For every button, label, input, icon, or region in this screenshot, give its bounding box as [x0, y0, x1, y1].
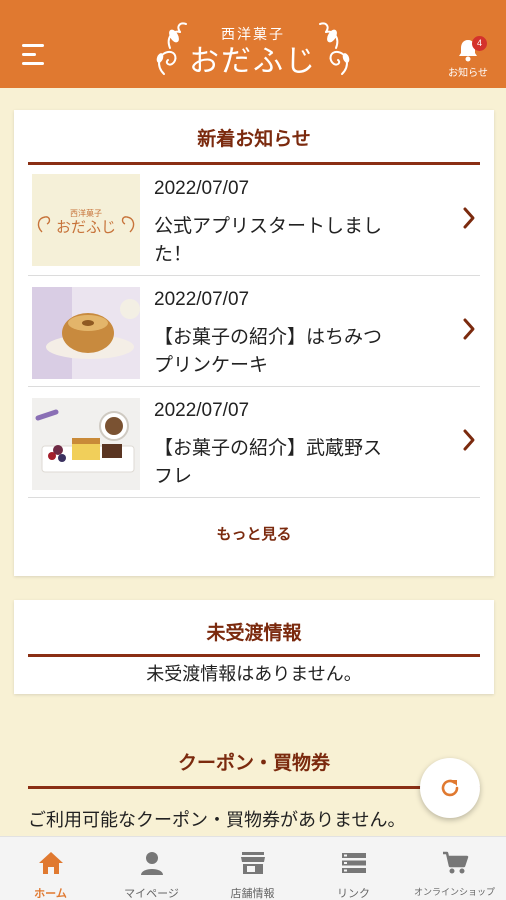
svg-text:西洋菓子: 西洋菓子 [70, 208, 102, 218]
chevron-right-icon [463, 318, 475, 340]
notification-button[interactable]: 4 お知らせ [440, 34, 496, 84]
logo-title: おだふじ [189, 44, 317, 79]
coupon-message: ご利用可能なクーポン・買物券がありません。 [28, 810, 406, 831]
list-icon [341, 853, 366, 873]
tab-label: オンラインショップ [413, 888, 495, 898]
news-text: 公式アプリスタートしました！ [154, 215, 383, 265]
news-item[interactable]: 西洋菓子 おだふじ 2022/07/07 公式アプリスタートしました！ [28, 166, 480, 276]
tab-store[interactable]: 店舗情報 [202, 837, 303, 900]
coupon-title-rule [28, 786, 480, 789]
undelivered-title-rule [28, 654, 480, 657]
tab-online-shop[interactable]: オンラインショップ [404, 837, 505, 900]
tab-label: 店舗情報 [230, 887, 275, 900]
tab-label: マイページ [124, 887, 179, 900]
refresh-icon [441, 779, 459, 797]
app-header: 西洋菓子 おだふじ 4 お知らせ [0, 0, 506, 88]
tab-label: ホーム [34, 887, 67, 900]
news-date: 2022/07/07 [154, 289, 250, 310]
musashino-souffle-photo [32, 398, 140, 490]
person-icon [140, 852, 163, 875]
news-title-rule [28, 162, 480, 165]
logo-subtitle: 西洋菓子 [221, 27, 285, 43]
chevron-right-icon [463, 429, 475, 451]
coupon-title: クーポン・買物券 [177, 752, 330, 774]
honey-pudding-cake-photo [32, 287, 140, 379]
tab-home[interactable]: ホーム [0, 837, 101, 900]
notification-label: お知らせ [448, 68, 488, 79]
home-icon [38, 852, 63, 874]
menu-icon[interactable] [22, 44, 46, 66]
refresh-button[interactable] [420, 758, 480, 818]
logo-thumbnail: 西洋菓子 おだふじ [32, 174, 140, 266]
tab-mypage[interactable]: マイページ [101, 837, 202, 900]
news-card: 新着お知らせ 西洋菓子 おだふじ 2022/07/07 公式アプリスタートしまし… [14, 110, 494, 576]
more-link[interactable]: もっと見る [14, 523, 494, 544]
tab-link[interactable]: リンク [303, 837, 404, 900]
chevron-right-icon [463, 207, 475, 229]
news-date: 2022/07/07 [154, 178, 250, 199]
news-title: 新着お知らせ [197, 128, 311, 150]
notification-badge: 4 [472, 36, 487, 51]
store-icon [240, 852, 265, 874]
news-item[interactable]: 2022/07/07 【お菓子の紹介】武蔵野スフレ [28, 388, 480, 498]
news-item[interactable]: 2022/07/07 【お菓子の紹介】はちみつプリンケーキ [28, 277, 480, 387]
undelivered-message: 未受渡情報はありません。 [146, 664, 362, 685]
news-date: 2022/07/07 [154, 400, 250, 421]
bottom-tab-bar: ホーム マイページ 店舗情報 リンク オンラインショップ [0, 836, 506, 900]
svg-text:おだふじ: おだふじ [56, 218, 116, 236]
brand-logo: 西洋菓子 おだふじ [150, 18, 356, 84]
news-text: 【お菓子の紹介】武蔵野スフレ [154, 437, 383, 487]
news-text: 【お菓子の紹介】はちみつプリンケーキ [154, 326, 383, 376]
cart-icon [442, 851, 468, 874]
tab-label: リンク [337, 887, 370, 900]
undelivered-card: 未受渡情報 未受渡情報はありません。 [14, 600, 494, 694]
undelivered-title: 未受渡情報 [206, 622, 302, 644]
